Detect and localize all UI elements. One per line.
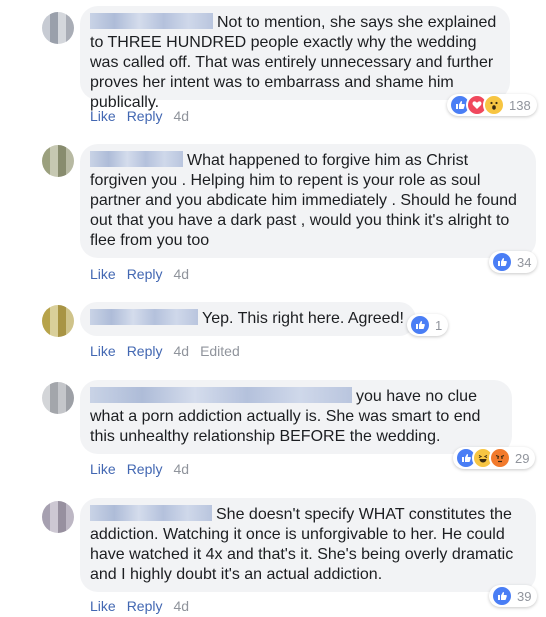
like-link[interactable]: Like: [90, 598, 116, 614]
comment-actions: Like Reply 4d Edited: [90, 343, 240, 359]
edited-label[interactable]: Edited: [200, 343, 240, 359]
comment-bubble: you have no clue what a porn addiction a…: [80, 380, 512, 454]
comment-actions: Like Reply 4d: [90, 108, 200, 124]
comment-bubble: She doesn't specify WHAT constitutes the…: [80, 498, 536, 592]
reactions-summary[interactable]: 34: [489, 251, 538, 273]
reactions-summary[interactable]: 29: [453, 447, 536, 469]
comment-text: Yep. This right here. Agreed!: [202, 310, 404, 327]
like-icon: [409, 314, 431, 336]
reply-link[interactable]: Reply: [127, 343, 163, 359]
reply-link[interactable]: Reply: [127, 108, 163, 124]
author-name[interactable]: [90, 505, 212, 521]
reaction-count: 39: [517, 588, 532, 604]
reaction-count: 29: [515, 450, 530, 466]
reply-link[interactable]: Reply: [127, 461, 163, 477]
reaction-count: 138: [509, 97, 531, 113]
comment-bubble: What happened to forgive him as Christ f…: [80, 144, 536, 258]
wow-icon: [483, 94, 505, 116]
reactions-summary[interactable]: 1: [407, 314, 449, 336]
avatar[interactable]: [42, 145, 74, 177]
reactions-summary[interactable]: 39: [489, 585, 538, 607]
comment-actions: Like Reply 4d: [90, 598, 200, 614]
like-link[interactable]: Like: [90, 266, 116, 282]
angry-icon: [489, 447, 511, 469]
author-name[interactable]: [90, 151, 183, 167]
like-link[interactable]: Like: [90, 343, 116, 359]
author-name[interactable]: [90, 387, 352, 403]
comment-actions: Like Reply 4d: [90, 266, 200, 282]
avatar[interactable]: [42, 501, 74, 533]
timestamp[interactable]: 4d: [173, 598, 189, 614]
avatar[interactable]: [42, 382, 74, 414]
reaction-count: 34: [517, 254, 532, 270]
timestamp[interactable]: 4d: [173, 343, 189, 359]
reactions-summary[interactable]: 138: [447, 94, 537, 116]
timestamp[interactable]: 4d: [173, 108, 189, 124]
comment-actions: Like Reply 4d: [90, 461, 200, 477]
reply-link[interactable]: Reply: [127, 598, 163, 614]
like-icon: [491, 585, 513, 607]
author-name[interactable]: [90, 309, 198, 325]
reaction-count: 1: [435, 317, 443, 333]
comment-bubble: Yep. This right here. Agreed!: [80, 302, 416, 336]
like-link[interactable]: Like: [90, 108, 116, 124]
author-name[interactable]: [90, 13, 213, 29]
like-link[interactable]: Like: [90, 461, 116, 477]
timestamp[interactable]: 4d: [173, 461, 189, 477]
avatar[interactable]: [42, 12, 74, 44]
like-icon: [491, 251, 513, 273]
timestamp[interactable]: 4d: [173, 266, 189, 282]
avatar[interactable]: [42, 305, 74, 337]
comment-bubble: Not to mention, she says she explained t…: [80, 6, 510, 111]
reply-link[interactable]: Reply: [127, 266, 163, 282]
